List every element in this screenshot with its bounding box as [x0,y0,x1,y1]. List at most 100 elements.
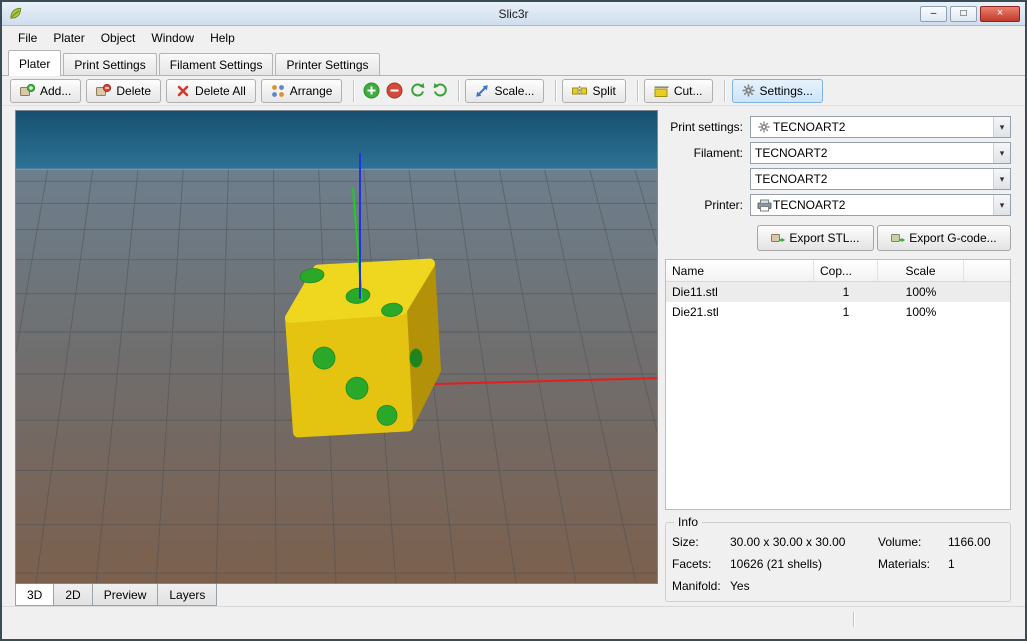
status-bar [2,606,1025,639]
filament-label: Filament: [665,146,750,160]
printer-label: Printer: [665,198,750,212]
status-bar-separator [853,612,854,627]
object-scale: 100% [878,285,964,299]
export-stl-button[interactable]: Export STL... [757,225,874,251]
cut-button[interactable]: Cut... [644,79,713,103]
size-label: Size: [672,535,730,549]
toolbar-separator [724,80,725,102]
print-settings-value: TECNOART2 [773,120,993,134]
close-button[interactable]: × [980,6,1020,22]
window-controls: – □ × [920,6,1020,22]
tab-filament-settings[interactable]: Filament Settings [159,53,274,75]
split-icon [572,84,587,98]
view-tab-bar: 3D 2D Preview Layers [15,584,658,606]
view-tab-layers[interactable]: Layers [157,584,217,606]
filament2-row: TECNOART2 ▾ [665,166,1011,192]
toolbar-separator [555,80,556,102]
scale-button-label: Scale... [494,84,534,98]
add-button-label: Add... [40,84,71,98]
fewer-copies-button[interactable] [384,80,405,101]
viewport-column: 3D 2D Preview Layers [15,110,658,606]
more-copies-button[interactable] [361,80,382,101]
column-header-copies[interactable]: Cop... [814,260,878,281]
menu-object[interactable]: Object [93,28,144,48]
export-gcode-icon [891,232,905,245]
export-gcode-button[interactable]: Export G-code... [877,225,1011,251]
table-row[interactable]: Die11.stl 1 100% [666,282,1010,302]
main-tab-bar: Plater Print Settings Filament Settings … [2,50,1025,76]
model-die[interactable] [290,264,436,433]
manifold-value: Yes [730,579,878,593]
print-settings-combo[interactable]: TECNOART2 ▾ [750,116,1011,138]
chevron-down-icon[interactable]: ▾ [993,143,1010,163]
minimize-button[interactable]: – [920,6,947,22]
split-button[interactable]: Split [562,79,625,103]
arrange-button[interactable]: Arrange [261,79,343,103]
tab-plater[interactable]: Plater [8,50,61,76]
menu-file[interactable]: File [10,28,45,48]
object-name: Die11.stl [666,285,814,299]
export-gcode-label: Export G-code... [909,231,996,245]
print-settings-label: Print settings: [665,120,750,134]
slic3r-logo-icon [8,6,23,21]
printer-combo[interactable]: TECNOART2 ▾ [750,194,1011,216]
object-copies: 1 [814,285,878,299]
export-stl-label: Export STL... [789,231,859,245]
settings-button-label: Settings... [760,84,813,98]
info-grid: Size: 30.00 x 30.00 x 30.00 Volume: 1166… [672,535,1004,593]
gear-icon [742,84,755,97]
export-row: Export STL... Export G-code... [665,225,1011,251]
export-spacer [665,225,754,251]
filament-row: Filament: TECNOART2 ▾ [665,140,1011,166]
menu-help[interactable]: Help [202,28,243,48]
chevron-down-icon[interactable]: ▾ [993,169,1010,189]
delete-button[interactable]: Delete [86,79,161,103]
tab-printer-settings[interactable]: Printer Settings [275,53,379,75]
bed-scene [16,111,657,583]
rotate-ccw-icon [409,82,426,99]
filament2-combo[interactable]: TECNOART2 ▾ [750,168,1011,190]
toolbar-separator [458,80,459,102]
printer-value: TECNOART2 [773,198,993,212]
toolbar-separator [637,80,638,102]
rotate-ccw-button[interactable] [407,80,428,101]
rotate-cw-button[interactable] [430,80,451,101]
export-stl-icon [771,232,785,245]
window-title: Slic3r [2,7,1025,21]
delete-button-label: Delete [116,84,151,98]
manifold-label: Manifold: [672,579,730,593]
maximize-button[interactable]: □ [950,6,977,22]
column-header-filler [964,260,1010,281]
object-list[interactable]: Name Cop... Scale Die11.stl 1 100% Die21… [665,259,1011,510]
menu-window[interactable]: Window [143,28,202,48]
view-tab-2d[interactable]: 2D [53,584,92,606]
filament-value: TECNOART2 [755,146,993,160]
settings-button[interactable]: Settings... [732,79,823,103]
filament-combo[interactable]: TECNOART2 ▾ [750,142,1011,164]
object-name: Die21.stl [666,305,814,319]
rotate-cw-icon [432,82,449,99]
column-header-name[interactable]: Name [666,260,814,281]
facets-label: Facets: [672,557,730,571]
gear-icon [755,121,773,133]
cut-button-label: Cut... [674,84,703,98]
column-header-scale[interactable]: Scale [878,260,964,281]
view-tab-preview[interactable]: Preview [92,584,159,606]
tab-print-settings[interactable]: Print Settings [63,53,156,75]
slic3r-window: Slic3r – □ × File Plater Object Window H… [0,0,1027,641]
delete-all-button[interactable]: Delete All [166,79,256,103]
chevron-down-icon[interactable]: ▾ [993,195,1010,215]
table-row[interactable]: Die21.stl 1 100% [666,302,1010,322]
materials-value: 1 [948,557,1004,571]
scale-button[interactable]: Scale... [465,79,544,103]
menu-plater[interactable]: Plater [45,28,92,48]
arrange-button-label: Arrange [290,84,333,98]
chevron-down-icon[interactable]: ▾ [993,117,1010,137]
toolbar-separator [353,80,354,102]
viewport-3d[interactable] [15,110,658,584]
more-copies-icon [363,82,380,99]
titlebar: Slic3r – □ × [2,2,1025,26]
add-button[interactable]: Add... [10,79,81,103]
object-list-header: Name Cop... Scale [666,260,1010,282]
view-tab-3d[interactable]: 3D [15,584,54,606]
